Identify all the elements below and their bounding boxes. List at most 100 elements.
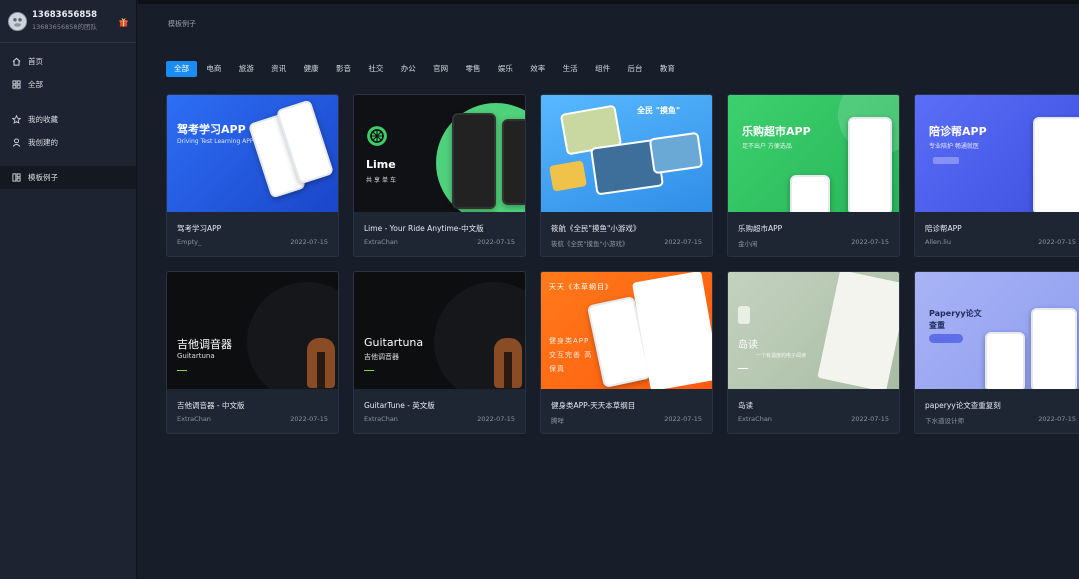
sidebar-item-favorites[interactable]: 我的收藏 <box>0 108 136 131</box>
template-card[interactable]: Guitartuna 吉他调音器 GuitarTune - 英文版 ExtraC… <box>353 271 526 434</box>
card-title: Lime - Your Ride Anytime-中文版 <box>364 224 484 233</box>
tab-health[interactable]: 健康 <box>296 61 327 77</box>
card-date: 2022-07-15 <box>851 238 889 246</box>
tab-all[interactable]: 全部 <box>166 61 197 77</box>
card-author: ExtraChan <box>738 415 772 423</box>
card-title: GuitarTune - 英文版 <box>364 401 435 410</box>
thumbnail-subtitle: Guitartuna <box>177 352 215 360</box>
tab-components[interactable]: 组件 <box>587 61 618 77</box>
tab-retail[interactable]: 零售 <box>458 61 489 77</box>
grid-icon <box>12 80 21 89</box>
card-date: 2022-07-15 <box>477 415 515 423</box>
sidebar: 13683656858 13683656858的团队 首页 全部 我的收藏 我创… <box>0 0 137 579</box>
template-card[interactable]: 全民 "摸鱼" 筱航《全民"摸鱼"小游戏》 筱航《全民"摸鱼"小游戏》 2022… <box>540 94 713 257</box>
tab-office[interactable]: 办公 <box>393 61 424 77</box>
tab-entertainment[interactable]: 娱乐 <box>490 61 521 77</box>
lime-logo-icon <box>367 126 387 146</box>
card-title: 健身类APP-天天本草纲目 <box>551 401 636 410</box>
home-icon <box>12 57 21 66</box>
template-card[interactable]: 天天《本草纲目》 健身类APP 交互完善 高保真 健身类APP-天天本草纲目 腾… <box>540 271 713 434</box>
thumbnail-title: 吉他调音器 <box>177 338 232 351</box>
thumbnail-subtitle: Driving Test Learning APP <box>177 138 254 145</box>
profile-header[interactable]: 13683656858 13683656858的团队 <box>0 0 136 43</box>
card-title: paperyy论文查重复刻 <box>925 401 1001 410</box>
top-bar <box>138 0 1079 4</box>
card-author: Allen.liu <box>925 238 951 246</box>
template-card[interactable]: 驾考学习APP Driving Test Learning APP 驾考学习AP… <box>166 94 339 257</box>
sidebar-item-templates[interactable]: 模板例子 <box>0 166 136 189</box>
card-thumbnail: Paperyy论文查重 <box>915 272 1079 389</box>
card-title: 乐购超市APP <box>738 224 783 233</box>
tab-website[interactable]: 官网 <box>425 61 456 77</box>
sidebar-item-home[interactable]: 首页 <box>0 50 136 73</box>
sidebar-item-label: 我的收藏 <box>28 115 58 124</box>
profile-name: 13683656858 <box>32 10 98 20</box>
sidebar-item-all[interactable]: 全部 <box>0 73 136 96</box>
thumbnail-subtitle: 专业陪护 畅通就医 <box>929 143 979 150</box>
card-date: 2022-07-15 <box>290 238 328 246</box>
template-card[interactable]: 乐购超市APP 足不出户 方便选品 乐购超市APP 金小闲 2022-07-15 <box>727 94 900 257</box>
sidebar-item-label: 全部 <box>28 80 43 89</box>
thumbnail-subtitle: 健身类APP 交互完善 高保真 <box>549 337 593 373</box>
card-author: ExtraChan <box>177 415 211 423</box>
tab-media[interactable]: 影音 <box>328 61 359 77</box>
tab-life[interactable]: 生活 <box>555 61 586 77</box>
tab-travel[interactable]: 旅游 <box>231 61 262 77</box>
sidebar-item-created[interactable]: 我创建的 <box>0 131 136 154</box>
tab-social[interactable]: 社交 <box>360 61 391 77</box>
card-thumbnail: Lime 共享单车 <box>354 95 525 212</box>
card-author: 下水道设计师 <box>925 417 964 425</box>
main-content: 模板例子 全部 电商 旅游 资讯 健康 影音 社交 办公 官网 零售 娱乐 效率… <box>138 0 1079 579</box>
thumbnail-title: 全民 "摸鱼" <box>637 106 681 115</box>
card-thumbnail: 天天《本草纲目》 健身类APP 交互完善 高保真 <box>541 272 712 389</box>
card-author: Empty_ <box>177 238 202 246</box>
thumbnail-subtitle: 吉他调音器 <box>364 353 399 361</box>
card-date: 2022-07-15 <box>1038 238 1076 246</box>
card-author: 腾咩 <box>551 417 564 425</box>
thumbnail-title: 天天《本草纲目》 <box>549 283 613 291</box>
card-title: 陪诊帮APP <box>925 224 962 233</box>
tab-news[interactable]: 资讯 <box>263 61 294 77</box>
avatar[interactable] <box>8 11 27 31</box>
card-author: ExtraChan <box>364 415 398 423</box>
card-author: 金小闲 <box>738 240 758 248</box>
template-card[interactable]: 岛读 一个有温度的电子阅读 岛读 ExtraChan 2022-07-15 <box>727 271 900 434</box>
card-author: ExtraChan <box>364 238 398 246</box>
breadcrumb: 模板例子 <box>168 20 196 28</box>
tab-education[interactable]: 教育 <box>652 61 683 77</box>
thumbnail-title: 岛读 <box>738 340 758 351</box>
sidebar-item-label: 模板例子 <box>28 173 58 182</box>
card-date: 2022-07-15 <box>290 415 328 423</box>
sidebar-nav: 首页 全部 我的收藏 我创建的 模板例子 <box>0 43 136 189</box>
template-card[interactable]: 吉他调音器 Guitartuna 吉他调音器 - 中文版 ExtraChan 2… <box>166 271 339 434</box>
thumbnail-subtitle: 一个有温度的电子阅读 <box>756 353 807 359</box>
card-title: 吉他调音器 - 中文版 <box>177 401 245 410</box>
thumbnail-title: 乐购超市APP <box>742 125 811 138</box>
sidebar-item-label: 首页 <box>28 57 43 66</box>
thumbnail-subtitle: 共享单车 <box>366 177 399 184</box>
card-thumbnail: 驾考学习APP Driving Test Learning APP <box>167 95 338 212</box>
card-title: 岛读 <box>738 401 753 410</box>
card-title: 驾考学习APP <box>177 224 222 233</box>
template-card[interactable]: Lime 共享单车 Lime - Your Ride Anytime-中文版 E… <box>353 94 526 257</box>
gift-icon[interactable] <box>119 18 128 27</box>
user-icon <box>12 138 21 147</box>
thumbnail-title: Guitartuna <box>364 336 424 349</box>
card-thumbnail: 陪诊帮APP 专业陪护 畅通就医 <box>915 95 1079 212</box>
tab-efficiency[interactable]: 效率 <box>522 61 553 77</box>
thumbnail-title: 陪诊帮APP <box>929 125 987 138</box>
template-icon <box>12 173 21 182</box>
thumbnail-title: 驾考学习APP <box>177 123 246 136</box>
card-date: 2022-07-15 <box>1038 415 1076 423</box>
tab-ecommerce[interactable]: 电商 <box>198 61 229 77</box>
card-thumbnail: 岛读 一个有温度的电子阅读 <box>728 272 899 389</box>
profile-team: 13683656858的团队 <box>32 23 97 31</box>
card-date: 2022-07-15 <box>664 238 702 246</box>
card-date: 2022-07-15 <box>851 415 889 423</box>
template-card[interactable]: Paperyy论文查重 paperyy论文查重复刻 下水道设计师 2022-07… <box>914 271 1079 434</box>
tab-admin[interactable]: 后台 <box>619 61 650 77</box>
category-tabs: 全部 电商 旅游 资讯 健康 影音 社交 办公 官网 零售 娱乐 效率 生活 组… <box>166 61 684 77</box>
card-thumbnail: Guitartuna 吉他调音器 <box>354 272 525 389</box>
template-card[interactable]: 陪诊帮APP 专业陪护 畅通就医 陪诊帮APP Allen.liu 2022-0… <box>914 94 1079 257</box>
card-thumbnail: 全民 "摸鱼" <box>541 95 712 212</box>
